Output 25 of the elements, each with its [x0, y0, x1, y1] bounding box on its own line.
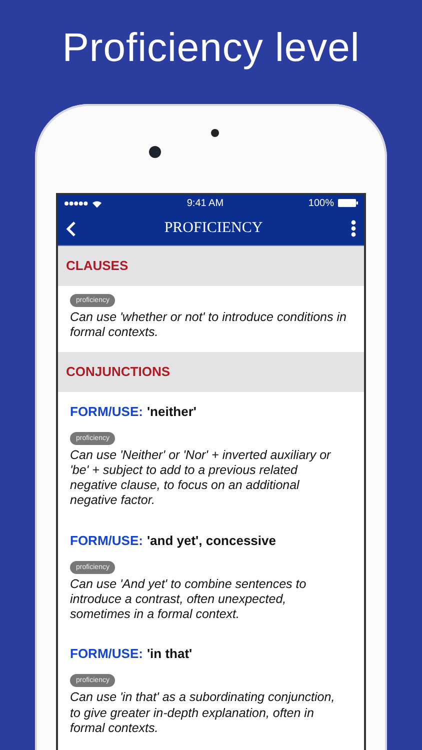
- wifi-icon: [92, 200, 102, 208]
- item-description: Can use 'whether or not' to introduce conditions in formal contexts.: [70, 310, 348, 340]
- item-description: Can use 'And yet' to combine sentences to introduce a contrast, often unexpected, sometimes in a formal context.: [70, 576, 308, 622]
- more-icon: [350, 220, 356, 237]
- item-description: Can use 'in that' as a subordinating conjunction, to give greater in-depth explanation, often in formal contexts.: [70, 690, 336, 736]
- section-header: CONJUNCTIONS: [58, 352, 364, 392]
- item-heading: 'neither': [146, 404, 196, 418]
- status-time: 9:41 AM: [186, 197, 224, 211]
- form-use-label: FORM/USE:: [70, 646, 143, 662]
- speaker-icon: [211, 129, 219, 137]
- item-heading: 'in that': [146, 646, 192, 662]
- form-use-label: FORM/USE:: [70, 532, 143, 548]
- camera-icon: [149, 146, 161, 158]
- back-button[interactable]: [66, 220, 76, 236]
- item-heading: 'and yet', concessive: [146, 532, 276, 548]
- back-icon: [66, 220, 76, 236]
- more-button[interactable]: [350, 220, 356, 237]
- battery-icon: [338, 199, 358, 208]
- item-description: Can use 'Neither' or 'Nor' + inverted auxiliary or 'be' + subject to add to a previous related negative clause, to focus on an additional negative factor.: [70, 448, 332, 508]
- form-use-label: FORM/USE:: [70, 404, 143, 418]
- battery-percent: 100%: [308, 197, 334, 211]
- section-header: CLAUSES: [58, 246, 364, 286]
- signal-icon: [64, 201, 88, 206]
- screen-title: PROFICIENCY: [164, 219, 263, 238]
- headline: Proficiency level: [61, 25, 361, 70]
